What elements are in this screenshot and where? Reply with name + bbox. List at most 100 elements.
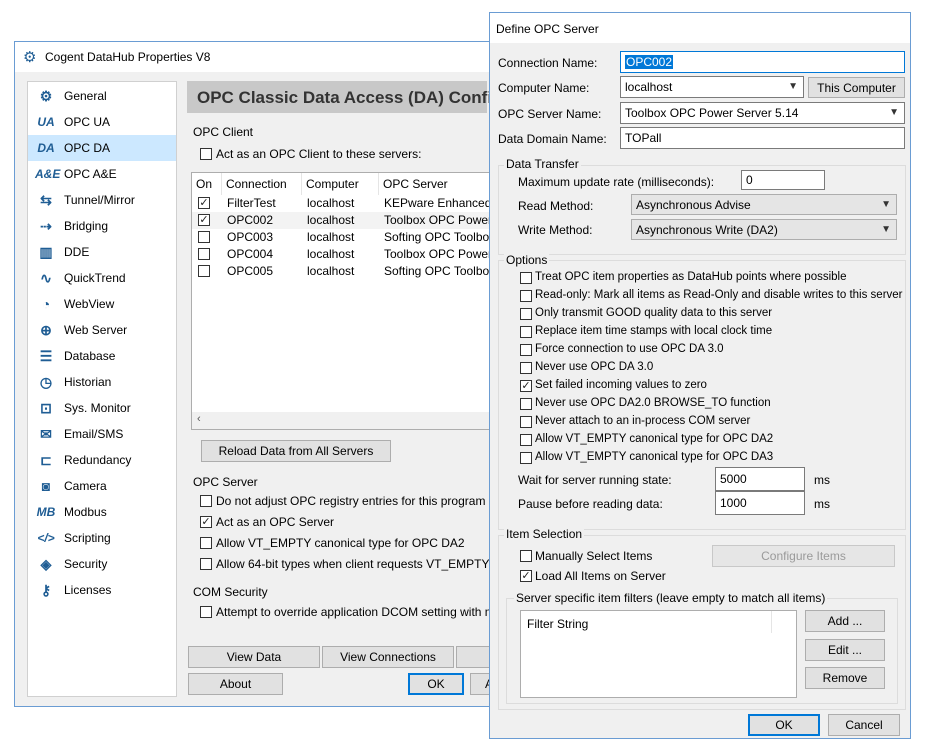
dialog-option-label[interactable]: Allow VT_EMPTY canonical type for OPC DA…: [535, 433, 773, 445]
nav-item-historian[interactable]: ◷ Historian: [28, 369, 176, 395]
nav-item-sys-monitor[interactable]: ⊡ Sys. Monitor: [28, 395, 176, 421]
dialog-option-checkbox[interactable]: ✓: [520, 380, 532, 392]
main-titlebar[interactable]: ⚙ Cogent DataHub Properties V8: [15, 42, 498, 72]
nav-item-security[interactable]: ◈ Security: [28, 551, 176, 577]
read-method-combo[interactable]: Asynchronous Advise ▼: [631, 194, 897, 215]
nav-item-email-sms[interactable]: ✉ Email/SMS: [28, 421, 176, 447]
nav-item-bridging[interactable]: ⇢ Bridging: [28, 213, 176, 239]
dialog-option-label[interactable]: Read-only: Mark all items as Read-Only a…: [535, 289, 903, 301]
view-data-button[interactable]: View Data: [188, 646, 320, 668]
connection-name-field[interactable]: OPC002: [620, 51, 905, 73]
nav-item-opc-ua[interactable]: UA OPC UA: [28, 109, 176, 135]
write-method-combo[interactable]: Asynchronous Write (DA2) ▼: [631, 219, 897, 240]
scroll-left-arrow-icon[interactable]: ‹: [197, 413, 201, 425]
row-on-checkbox[interactable]: [198, 265, 210, 277]
table-row[interactable]: OPC003 localhost Softing OPC Toolbox D: [192, 229, 490, 246]
dialog-option-checkbox[interactable]: [520, 344, 532, 356]
column-header-on[interactable]: On: [192, 173, 222, 195]
computer-name-combo[interactable]: localhost ▼: [620, 76, 804, 98]
nav-list[interactable]: ⚙ General UA OPC UA DA OPC DA A&E OPC A&E ⇆ Tunne…: [27, 81, 177, 697]
opc-server-option-label[interactable]: Allow 64-bit types when client requests …: [216, 557, 515, 571]
remove-filter-button[interactable]: Remove: [805, 667, 885, 689]
dialog-option-checkbox[interactable]: [520, 362, 532, 374]
main-ok-button[interactable]: OK: [408, 673, 464, 695]
nav-item-tunnel-mirror[interactable]: ⇆ Tunnel/Mirror: [28, 187, 176, 213]
nav-item-web-server[interactable]: ⊕ Web Server: [28, 317, 176, 343]
nav-item-modbus[interactable]: MB Modbus: [28, 499, 176, 525]
nav-item-webview[interactable]: ◔ WebView: [28, 291, 176, 317]
column-header-opc-server[interactable]: OPC Server: [379, 173, 490, 195]
filter-column-header[interactable]: Filter String: [527, 617, 588, 631]
pause-field[interactable]: 1000: [715, 491, 805, 515]
opc-server-option-checkbox[interactable]: ✓: [200, 516, 212, 528]
dialog-option-label[interactable]: Never use OPC DA 3.0: [535, 361, 653, 373]
about-button[interactable]: About: [188, 673, 283, 695]
edit-filter-button[interactable]: Edit ...: [805, 639, 885, 661]
row-on-checkbox[interactable]: [198, 248, 210, 260]
dialog-option-label[interactable]: Replace item time stamps with local cloc…: [535, 325, 772, 337]
opc-server-option-checkbox[interactable]: [200, 558, 212, 570]
reload-data-button[interactable]: Reload Data from All Servers: [201, 440, 391, 462]
server-name-combo[interactable]: Toolbox OPC Power Server 5.14 ▼: [620, 102, 905, 124]
dialog-option-checkbox[interactable]: [520, 434, 532, 446]
table-row[interactable]: ✓ OPC002 localhost Toolbox OPC Power Se: [192, 212, 490, 229]
dialog-option-checkbox[interactable]: [520, 416, 532, 428]
nav-item-redundancy[interactable]: ⊏ Redundancy: [28, 447, 176, 473]
act-as-client-label[interactable]: Act as an OPC Client to these servers:: [216, 147, 421, 161]
table-row[interactable]: ✓ FilterTest localhost KEPware Enhanced OPC: [192, 195, 490, 212]
load-all-label[interactable]: Load All Items on Server: [535, 569, 666, 583]
nav-item-camera[interactable]: ◙ Camera: [28, 473, 176, 499]
dialog-option-checkbox[interactable]: [520, 398, 532, 410]
dialog-option-label[interactable]: Force connection to use OPC DA 3.0: [535, 343, 724, 355]
dialog-option-label[interactable]: Treat OPC item properties as DataHub poi…: [535, 271, 847, 283]
opc-server-option-label[interactable]: Act as an OPC Server: [216, 515, 334, 529]
nav-item-database[interactable]: ☰ Database: [28, 343, 176, 369]
dialog-option-label[interactable]: Never attach to an in-process COM server: [535, 415, 750, 427]
dialog-cancel-button[interactable]: Cancel: [828, 714, 900, 736]
dcom-override-checkbox[interactable]: [200, 606, 212, 618]
domain-field[interactable]: TOPall: [620, 127, 905, 149]
opc-server-option-checkbox[interactable]: [200, 537, 212, 549]
opc-server-option-checkbox[interactable]: [200, 495, 212, 507]
filter-list[interactable]: Filter String: [520, 610, 797, 698]
nav-item-general[interactable]: ⚙ General: [28, 83, 176, 109]
nav-item-licenses[interactable]: ⚷ Licenses: [28, 577, 176, 603]
dialog-option-label[interactable]: Allow VT_EMPTY canonical type for OPC DA…: [535, 451, 773, 463]
dialog-option-label[interactable]: Never use OPC DA2.0 BROWSE_TO function: [535, 397, 771, 409]
table-row[interactable]: OPC004 localhost Toolbox OPC Power Se: [192, 246, 490, 263]
view-connections-button[interactable]: View Connections: [322, 646, 454, 668]
nav-item-scripting[interactable]: </> Scripting: [28, 525, 176, 551]
act-as-client-checkbox[interactable]: [200, 148, 212, 160]
this-computer-button[interactable]: This Computer: [808, 77, 905, 98]
add-filter-button[interactable]: Add ...: [805, 610, 885, 632]
dialog-option-label[interactable]: Only transmit GOOD quality data to this …: [535, 307, 772, 319]
dialog-option-checkbox[interactable]: [520, 272, 532, 284]
horizontal-scrollbar[interactable]: ‹: [192, 412, 490, 429]
column-header-connection[interactable]: Connection: [222, 173, 302, 195]
dialog-option-checkbox[interactable]: [520, 308, 532, 320]
row-on-checkbox[interactable]: ✓: [198, 197, 210, 209]
column-header-computer[interactable]: Computer: [302, 173, 379, 195]
configure-items-button[interactable]: Configure Items: [712, 545, 895, 567]
opc-server-option-label[interactable]: Do not adjust OPC registry entries for t…: [216, 494, 485, 508]
nav-item-opc-a-e[interactable]: A&E OPC A&E: [28, 161, 176, 187]
dialog-option-checkbox[interactable]: [520, 452, 532, 464]
manual-select-label[interactable]: Manually Select Items: [535, 549, 652, 563]
dialog-option-checkbox[interactable]: [520, 326, 532, 338]
row-on-checkbox[interactable]: [198, 231, 210, 243]
max-rate-field[interactable]: 0: [741, 170, 825, 190]
load-all-checkbox[interactable]: ✓: [520, 570, 532, 582]
dcom-override-label[interactable]: Attempt to override application DCOM set…: [216, 605, 523, 619]
dialog-titlebar[interactable]: Define OPC Server: [490, 13, 910, 43]
nav-item-dde[interactable]: ▥ DDE: [28, 239, 176, 265]
table-row[interactable]: OPC005 localhost Softing OPC Toolbox D: [192, 263, 490, 280]
opc-server-option-label[interactable]: Allow VT_EMPTY canonical type for OPC DA…: [216, 536, 465, 550]
wait-field[interactable]: 5000: [715, 467, 805, 491]
nav-item-opc-da[interactable]: DA OPC DA: [28, 135, 176, 161]
manual-select-checkbox[interactable]: [520, 550, 532, 562]
client-list-view[interactable]: On Connection Computer OPC Server ‹ ✓ Fil…: [191, 172, 491, 430]
dialog-ok-button[interactable]: OK: [748, 714, 820, 736]
dialog-option-label[interactable]: Set failed incoming values to zero: [535, 379, 707, 391]
row-on-checkbox[interactable]: ✓: [198, 214, 210, 226]
dialog-option-checkbox[interactable]: [520, 290, 532, 302]
